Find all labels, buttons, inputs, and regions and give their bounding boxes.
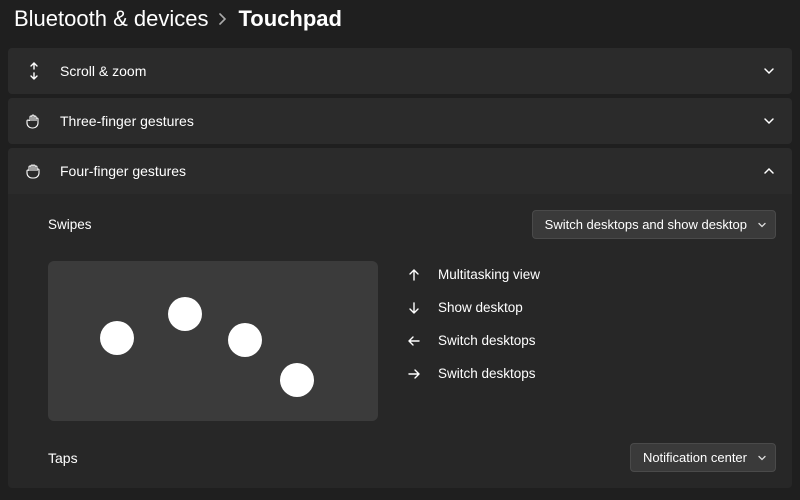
- direction-label: Switch desktops: [438, 333, 536, 348]
- taps-label: Taps: [48, 450, 630, 466]
- chevron-down-icon: [762, 114, 776, 128]
- arrow-down-icon: [406, 301, 422, 315]
- arrow-right-icon: [406, 367, 422, 381]
- swipes-label: Swipes: [48, 217, 532, 232]
- hand-three-icon: [24, 112, 44, 130]
- chevron-right-icon: [218, 13, 228, 25]
- section-four-finger[interactable]: Four-finger gestures: [8, 148, 792, 194]
- dropdown-value: Notification center: [643, 450, 747, 465]
- taps-dropdown[interactable]: Notification center: [630, 443, 776, 472]
- direction-label: Show desktop: [438, 300, 523, 315]
- chevron-down-icon: [757, 220, 767, 230]
- arrow-up-icon: [406, 268, 422, 282]
- section-label: Scroll & zoom: [60, 63, 746, 79]
- gesture-block: Multitasking view Show desktop Switch de…: [48, 255, 776, 429]
- breadcrumb: Bluetooth & devices Touchpad: [0, 0, 800, 44]
- direction-label: Multitasking view: [438, 267, 540, 282]
- section-label: Four-finger gestures: [60, 163, 746, 179]
- hand-four-icon: [24, 162, 44, 180]
- chevron-down-icon: [757, 453, 767, 463]
- chevron-down-icon: [762, 64, 776, 78]
- direction-up: Multitasking view: [406, 267, 540, 282]
- section-scroll-zoom[interactable]: Scroll & zoom: [8, 48, 792, 94]
- dropdown-value: Switch desktops and show desktop: [545, 217, 747, 232]
- direction-list: Multitasking view Show desktop Switch de…: [406, 261, 540, 381]
- page-title: Touchpad: [238, 6, 341, 32]
- four-finger-body: Swipes Switch desktops and show desktop …: [8, 190, 792, 488]
- direction-down: Show desktop: [406, 300, 540, 315]
- finger-dot: [100, 321, 134, 355]
- gesture-preview: [48, 261, 378, 421]
- direction-left: Switch desktops: [406, 333, 540, 348]
- chevron-up-icon: [762, 164, 776, 178]
- finger-dot: [168, 297, 202, 331]
- scroll-zoom-icon: [24, 62, 44, 80]
- arrow-left-icon: [406, 334, 422, 348]
- taps-row: Taps Notification center: [48, 429, 776, 474]
- swipes-row: Swipes Switch desktops and show desktop: [48, 198, 776, 255]
- breadcrumb-parent[interactable]: Bluetooth & devices: [14, 6, 208, 32]
- section-label: Three-finger gestures: [60, 113, 746, 129]
- section-three-finger[interactable]: Three-finger gestures: [8, 98, 792, 144]
- direction-right: Switch desktops: [406, 366, 540, 381]
- direction-label: Switch desktops: [438, 366, 536, 381]
- finger-dot: [228, 323, 262, 357]
- swipes-dropdown[interactable]: Switch desktops and show desktop: [532, 210, 776, 239]
- finger-dot: [280, 363, 314, 397]
